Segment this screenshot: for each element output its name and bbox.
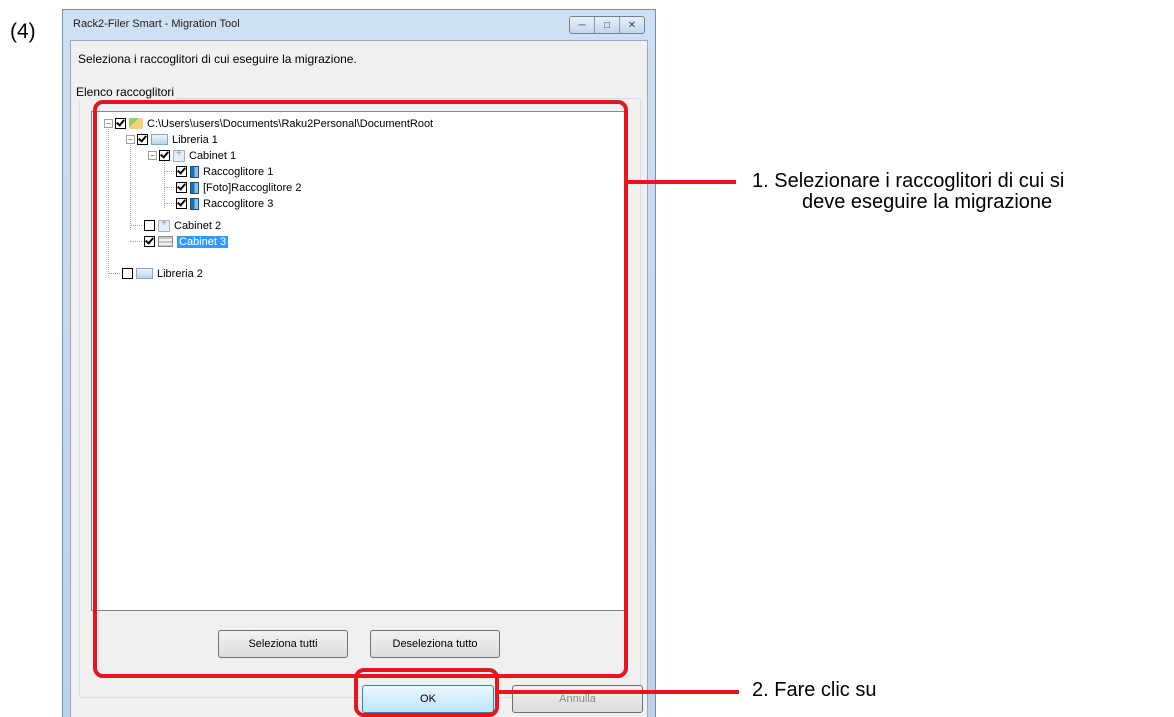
maximize-icon[interactable]: □ (594, 17, 619, 33)
group-label: Elenco raccoglitori (73, 85, 178, 99)
callout-step-1-line-2: deve eseguire la migrazione (802, 191, 1053, 213)
minimize-icon[interactable]: ─ (570, 17, 594, 33)
window-title: Rack2-Filer Smart - Migration Tool (73, 18, 240, 30)
callout-line-2 (499, 690, 739, 694)
instruction-text: Seleziona i raccoglitori di cui eseguire… (78, 52, 357, 66)
callout-step-2: 2. Fare clic su (752, 679, 877, 701)
title-bar: Rack2-Filer Smart - Migration Tool ─ □ ✕ (63, 10, 655, 40)
callout-line-1 (628, 180, 736, 184)
step-number: (4) (10, 20, 36, 43)
highlight-binder-list (93, 100, 628, 678)
close-icon[interactable]: ✕ (619, 17, 644, 33)
highlight-ok-button (354, 668, 499, 717)
callout-step-1-line-1: 1. Selezionare i raccoglitori di cui si (752, 170, 1065, 192)
window-controls: ─ □ ✕ (569, 16, 645, 34)
